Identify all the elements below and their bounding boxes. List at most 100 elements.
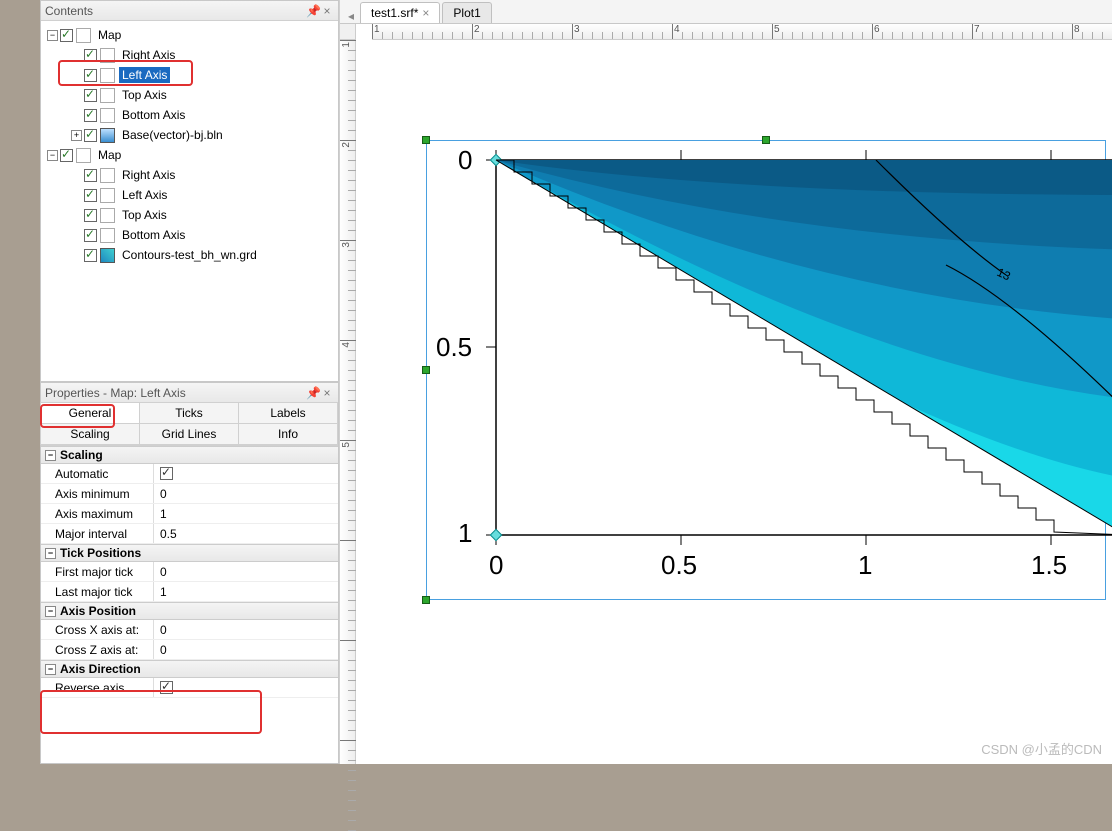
left-dock: Contents 📌 × − Map Right Axis Left Axis … <box>40 0 340 764</box>
tree-label: Top Axis <box>119 207 170 223</box>
checkbox[interactable] <box>84 249 97 262</box>
axis-icon <box>100 108 115 123</box>
axis-icon <box>100 88 115 103</box>
properties-title: Properties - Map: Left Axis <box>45 386 306 400</box>
tree-label: Right Axis <box>119 167 178 183</box>
axis-icon <box>100 68 115 83</box>
collapse-icon[interactable]: − <box>45 450 56 461</box>
map-icon <box>76 148 91 163</box>
plot-canvas[interactable]: 13 0 0.5 1 0 0.5 1 1.5 <box>356 40 1112 764</box>
checkbox[interactable] <box>84 129 97 142</box>
x-tick-label: 0.5 <box>661 550 697 581</box>
close-icon[interactable]: × <box>422 6 429 20</box>
tree-item-right-axis[interactable]: Right Axis <box>43 165 336 185</box>
tab-scaling[interactable]: Scaling <box>40 423 140 445</box>
collapse-icon[interactable]: − <box>45 606 56 617</box>
prop-automatic[interactable]: Automatic <box>41 464 338 484</box>
close-icon[interactable]: × <box>320 4 334 18</box>
doc-tab-active[interactable]: test1.srf*× <box>360 2 440 23</box>
tab-general[interactable]: General <box>40 402 140 424</box>
checkbox[interactable] <box>84 169 97 182</box>
value[interactable]: 0 <box>154 640 338 659</box>
collapse-icon[interactable]: − <box>45 548 56 559</box>
collapse-icon[interactable]: − <box>45 664 56 675</box>
tree-label: Map <box>95 27 124 43</box>
tab-gridlines[interactable]: Grid Lines <box>139 423 239 445</box>
expand-icon[interactable]: + <box>71 130 82 141</box>
properties-header: Properties - Map: Left Axis 📌 × <box>41 383 338 403</box>
checkbox[interactable] <box>84 109 97 122</box>
checkbox[interactable] <box>84 209 97 222</box>
value[interactable]: 1 <box>154 504 338 523</box>
contents-title: Contents <box>45 4 306 18</box>
prop-first-major-tick[interactable]: First major tick0 <box>41 562 338 582</box>
prop-cross-x[interactable]: Cross X axis at:0 <box>41 620 338 640</box>
y-tick-label: 0 <box>458 145 472 176</box>
tree-item-contours[interactable]: Contours-test_bh_wn.grd <box>43 245 336 265</box>
checkbox[interactable] <box>60 29 73 42</box>
checkbox[interactable] <box>84 49 97 62</box>
tree-item-map[interactable]: − Map <box>43 145 336 165</box>
prop-major-interval[interactable]: Major interval0.5 <box>41 524 338 544</box>
pin-icon[interactable]: 📌 <box>306 386 320 400</box>
tree-item-map[interactable]: − Map <box>43 25 336 45</box>
close-icon[interactable]: × <box>320 386 334 400</box>
checkbox[interactable] <box>160 681 173 694</box>
axis-icon <box>100 208 115 223</box>
horizontal-ruler[interactable]: 12345678 <box>372 24 1112 40</box>
tree-item-top-axis[interactable]: Top Axis <box>43 85 336 105</box>
document-tabs: ◂ test1.srf*× Plot1 <box>340 0 1112 24</box>
value[interactable]: 0 <box>154 562 338 581</box>
tab-info[interactable]: Info <box>238 423 338 445</box>
value[interactable]: 0.5 <box>154 524 338 543</box>
group-scaling[interactable]: −Scaling <box>41 446 338 464</box>
group-axis-direction[interactable]: −Axis Direction <box>41 660 338 678</box>
checkbox[interactable] <box>60 149 73 162</box>
prop-last-major-tick[interactable]: Last major tick1 <box>41 582 338 602</box>
checkbox[interactable] <box>84 69 97 82</box>
value[interactable]: 0 <box>154 484 338 503</box>
value[interactable]: 1 <box>154 582 338 601</box>
value[interactable]: 0 <box>154 620 338 639</box>
tree-item-left-axis[interactable]: Left Axis <box>43 185 336 205</box>
tree-item-top-axis[interactable]: Top Axis <box>43 205 336 225</box>
tab-labels[interactable]: Labels <box>238 402 338 424</box>
tree-label: Bottom Axis <box>119 227 188 243</box>
document-area: ◂ test1.srf*× Plot1 12345678 12345 <box>340 0 1112 764</box>
map-icon <box>76 28 91 43</box>
tree-label: Contours-test_bh_wn.grd <box>119 247 260 263</box>
tab-ticks[interactable]: Ticks <box>139 402 239 424</box>
property-grid: −Scaling Automatic Axis minimum0 Axis ma… <box>41 446 338 763</box>
x-tick-label: 1.5 <box>1031 550 1067 581</box>
prop-reverse-axis[interactable]: Reverse axis <box>41 678 338 698</box>
y-tick-label: 0.5 <box>436 332 472 363</box>
properties-panel: Properties - Map: Left Axis 📌 × General … <box>40 382 339 764</box>
checkbox[interactable] <box>160 467 173 480</box>
tree-item-base[interactable]: +Base(vector)-bj.bln <box>43 125 336 145</box>
axis-icon <box>100 228 115 243</box>
checkbox[interactable] <box>84 89 97 102</box>
contents-tree[interactable]: − Map Right Axis Left Axis Top Axis Bott… <box>41 21 338 381</box>
tree-item-bottom-axis[interactable]: Bottom Axis <box>43 225 336 245</box>
collapse-icon[interactable]: − <box>47 150 58 161</box>
group-axis-position[interactable]: −Axis Position <box>41 602 338 620</box>
doc-tab[interactable]: Plot1 <box>442 2 491 23</box>
axis-icon <box>100 48 115 63</box>
watermark: CSDN @小孟的CDN <box>981 739 1102 758</box>
group-tick-positions[interactable]: −Tick Positions <box>41 544 338 562</box>
tab-nav-left-icon[interactable]: ◂ <box>348 9 354 23</box>
checkbox[interactable] <box>84 229 97 242</box>
prop-axis-minimum[interactable]: Axis minimum0 <box>41 484 338 504</box>
collapse-icon[interactable]: − <box>47 30 58 41</box>
tree-item-right-axis[interactable]: Right Axis <box>43 45 336 65</box>
checkbox[interactable] <box>84 189 97 202</box>
x-tick-label: 1 <box>858 550 872 581</box>
prop-cross-z[interactable]: Cross Z axis at:0 <box>41 640 338 660</box>
vertical-ruler[interactable]: 12345 <box>340 40 356 764</box>
y-tick-label: 1 <box>458 518 472 549</box>
tree-item-left-axis[interactable]: Left Axis <box>43 65 336 85</box>
contents-panel: Contents 📌 × − Map Right Axis Left Axis … <box>40 0 339 382</box>
prop-axis-maximum[interactable]: Axis maximum1 <box>41 504 338 524</box>
tree-item-bottom-axis[interactable]: Bottom Axis <box>43 105 336 125</box>
pin-icon[interactable]: 📌 <box>306 4 320 18</box>
